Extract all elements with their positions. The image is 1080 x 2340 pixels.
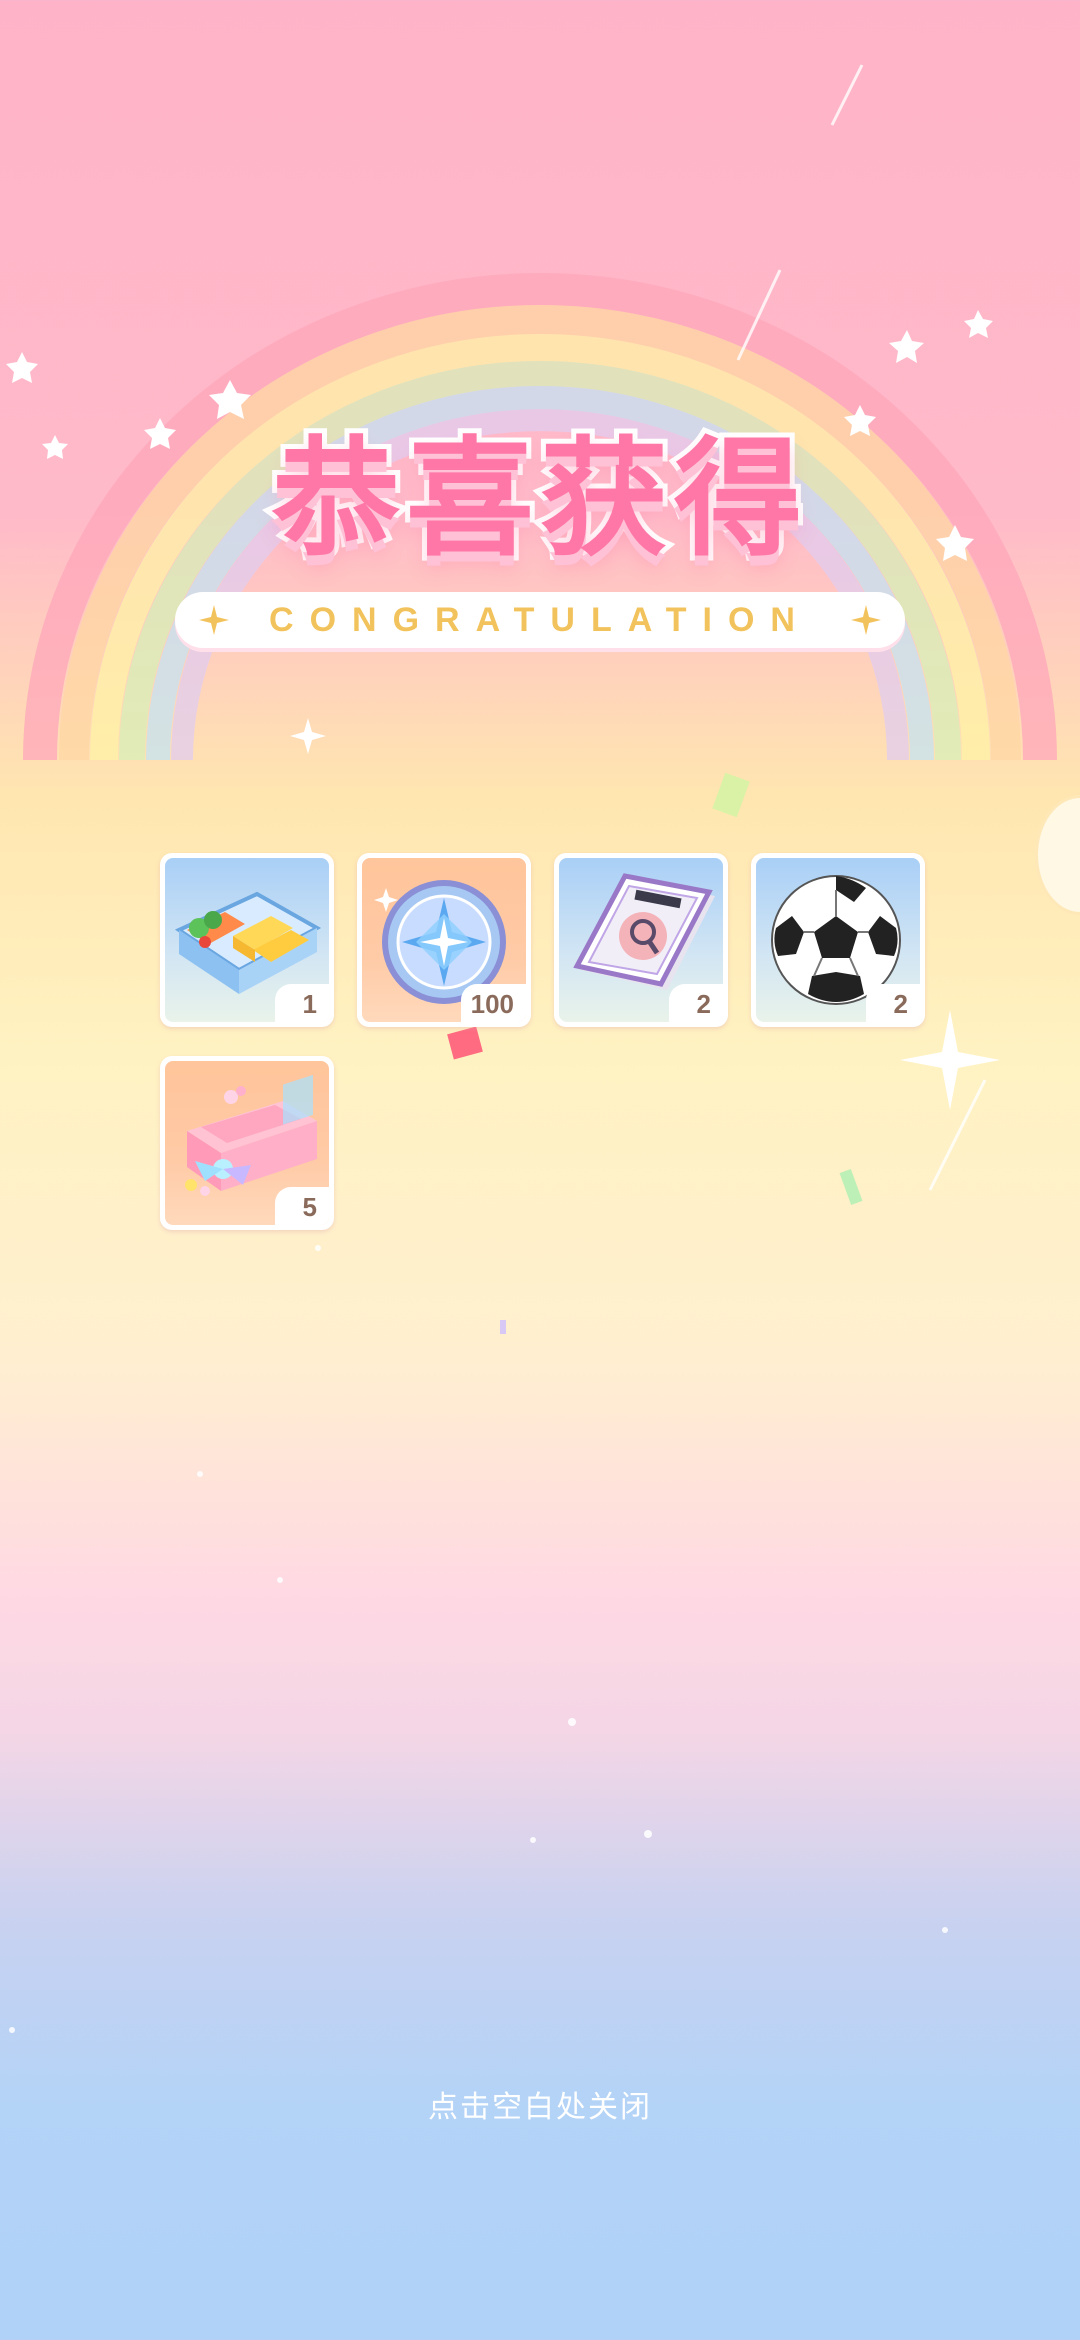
reward-item[interactable]: 100 — [357, 853, 531, 1027]
reward-item[interactable]: 2 — [554, 853, 728, 1027]
sparkle-icon — [851, 605, 881, 635]
subtitle-banner: CONGRATULATION — [175, 592, 905, 648]
sparkle-dots — [9, 1245, 948, 2033]
reward-quantity: 2 — [669, 984, 723, 1022]
reward-quantity: 100 — [460, 984, 526, 1022]
reward-tile: 100 — [362, 858, 526, 1022]
side-edge-button[interactable] — [1035, 795, 1080, 915]
reward-tile: 1 — [165, 858, 329, 1022]
reward-item[interactable]: 2 — [751, 853, 925, 1027]
reward-quantity: 5 — [275, 1187, 329, 1225]
reward-quantity: 1 — [275, 984, 329, 1022]
reward-tile: 5 — [165, 1061, 329, 1225]
reward-tile: 2 — [756, 858, 920, 1022]
sparkle-icon — [199, 605, 229, 635]
subtitle: CONGRATULATION — [269, 600, 811, 639]
reward-quantity: 2 — [866, 984, 920, 1022]
page-title: 恭喜获得 — [267, 420, 808, 579]
tap-to-close-hint[interactable]: 点击空白处关闭 — [0, 2082, 1080, 2126]
reward-item[interactable]: 1 — [160, 853, 334, 1027]
title-area: 恭喜获得 — [0, 395, 1080, 580]
reward-item[interactable]: 5 — [160, 1056, 334, 1230]
reward-tile: 2 — [559, 858, 723, 1022]
